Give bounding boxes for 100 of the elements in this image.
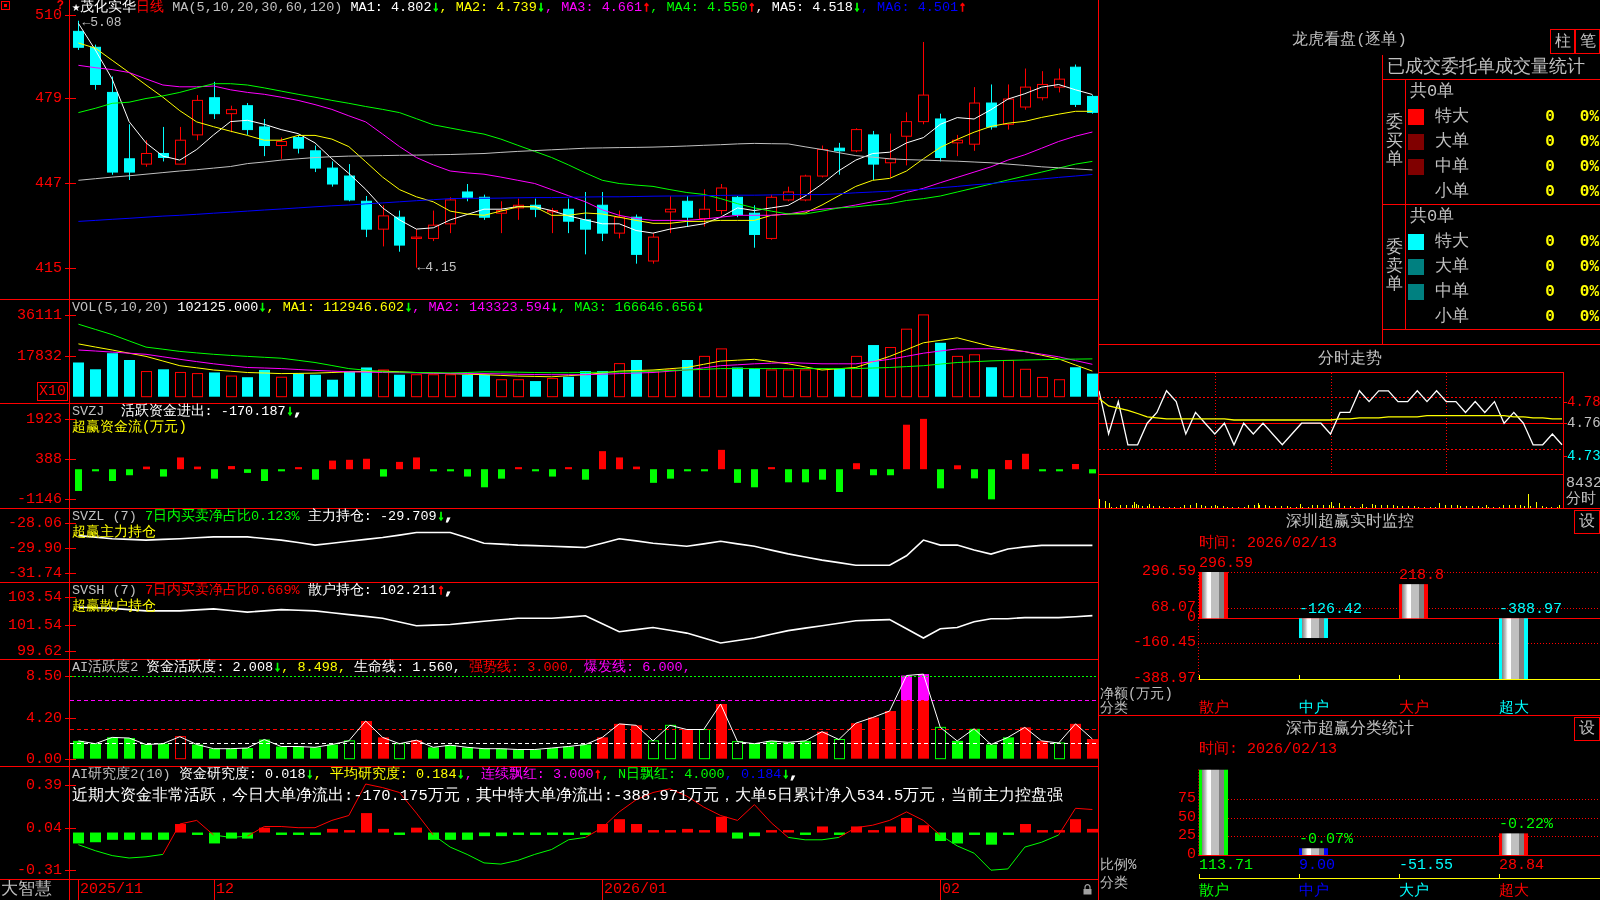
- axis-label: -160.45: [1133, 636, 1196, 651]
- table-title: 已成交委托单成交量统计: [1387, 57, 1585, 77]
- legend-text: ,: [789, 767, 798, 783]
- order-share: 0%: [1579, 156, 1599, 177]
- order-size-label: 中单: [1435, 156, 1469, 177]
- legend-text: , 8.498,: [281, 660, 347, 676]
- legend-text: , N日飘红: 4.000: [601, 767, 725, 783]
- axis-label: 447: [35, 176, 62, 190]
- value-label: 296.59: [1199, 556, 1253, 571]
- category-label: 散户: [1199, 700, 1229, 716]
- axis-label: 50: [1178, 810, 1196, 825]
- legend-text: , MA4: 4.550: [650, 0, 748, 16]
- category-label: 散户: [1199, 883, 1229, 899]
- value-label: 113.71: [1199, 857, 1253, 873]
- axis-label: 25: [1178, 829, 1196, 844]
- order-count: 0: [1545, 131, 1555, 152]
- legend-text: MA(5,10,20,30,60,120): [171, 0, 343, 16]
- legend-text: ,: [293, 404, 302, 420]
- axis-label: -31.74: [8, 566, 62, 580]
- axis-label: 36111: [17, 308, 62, 322]
- value-label: -388.97: [1499, 602, 1562, 618]
- legend-text: SVZJ: [72, 404, 105, 419]
- category-label: 大户: [1399, 883, 1429, 899]
- axis-label: 4.78: [1567, 394, 1600, 409]
- legend-text: AI活跃度2: [72, 660, 139, 676]
- panel-title: 龙虎看盘(逐单): [1292, 30, 1407, 50]
- section-title: 深市超赢分类统计: [1285, 719, 1414, 739]
- legend-text: ↓: [550, 300, 559, 316]
- legend-text: , MA1: 112946.602: [266, 300, 405, 316]
- legend-text: ↑: [593, 767, 602, 783]
- order-share: 0%: [1579, 281, 1599, 302]
- date-label: 2026/01: [604, 880, 667, 900]
- legend-text: ↓: [285, 404, 294, 420]
- order-size-label: 小单: [1435, 306, 1469, 327]
- legend-text: ↓: [456, 767, 465, 783]
- legend-text: 资金研究度: 0.018: [177, 767, 306, 783]
- axis-label: 0.00: [26, 752, 62, 766]
- axis-label: 75: [1178, 791, 1196, 806]
- legend-text: ↓: [404, 300, 413, 316]
- order-size-label: 中单: [1435, 281, 1469, 302]
- legend-text: 活跃资金进出: -170.187: [119, 404, 286, 419]
- legend-text: ↓: [258, 300, 267, 316]
- axis-label: -1146: [17, 492, 62, 506]
- axis-label: -388.97: [1133, 672, 1196, 686]
- axis-label: 8.50: [26, 669, 62, 683]
- axis-label: 4.73: [1567, 448, 1600, 463]
- order-share: 0%: [1579, 131, 1599, 152]
- legend-text: , 0.184: [724, 767, 782, 783]
- category-label: 中户: [1299, 700, 1329, 716]
- scale-label: X10: [37, 382, 68, 401]
- legend-text: 主力持仓: -29.709: [306, 509, 437, 525]
- legend-text: 强势线: 3.000,: [468, 660, 576, 676]
- legend-text: ↓: [536, 0, 545, 16]
- legend-text: ↓: [695, 300, 704, 316]
- axis-label: -28.06: [8, 516, 62, 530]
- order-share: 0%: [1579, 181, 1599, 202]
- order-count: 0: [1545, 256, 1555, 277]
- axis-label: 17832: [17, 349, 62, 363]
- axis-label: 4.76: [1567, 416, 1600, 431]
- legend-text: 生命线: 1.560,: [353, 660, 461, 676]
- legend-text: ↓: [431, 0, 440, 16]
- time-label: 时间: 2026/02/13: [1199, 742, 1338, 758]
- legend-text: ,: [444, 509, 453, 525]
- order-total: 共0单: [1410, 82, 1455, 102]
- time-label: 时间: 2026/02/13: [1199, 535, 1338, 552]
- legend-text: ↓: [273, 660, 282, 676]
- axis-label: 388: [35, 452, 62, 466]
- value-label: -51.55: [1399, 857, 1453, 873]
- legend-text: AI研究度2(10): [72, 767, 171, 783]
- legend-text: , 平均研究度: 0.184: [313, 767, 457, 783]
- legend-text: , MA3: 4.661: [544, 0, 643, 16]
- legend-text: , MA6: 4.501: [860, 0, 959, 16]
- category-label: 中户: [1299, 883, 1329, 899]
- legend-text: ↑: [436, 583, 445, 599]
- legend-text: 资金活跃度: 2.008: [145, 660, 274, 676]
- date-label: 2025/11: [80, 880, 143, 900]
- date-label: 12: [216, 880, 234, 900]
- legend-text: MA1: 4.802: [349, 0, 432, 16]
- order-share: 0%: [1579, 306, 1599, 327]
- legend-text: , MA2: 143323.594: [412, 300, 551, 316]
- legend-text: , MA3: 166646.656: [558, 300, 696, 316]
- category-label: 超大: [1499, 883, 1529, 899]
- axis-label: 296.59: [1142, 565, 1196, 579]
- indicator-title: 超赢资金流(万元): [72, 420, 187, 435]
- order-share: 0%: [1579, 231, 1599, 252]
- legend-text: 散户持仓: 102.211: [306, 583, 437, 599]
- legend-text: ↓: [436, 509, 445, 525]
- order-count: 0: [1545, 281, 1555, 302]
- legend-text: 7日内买卖净占比0.669%: [144, 583, 300, 599]
- date-label: 02: [942, 880, 960, 900]
- legend-text: ↓: [852, 0, 861, 16]
- order-size-label: 大单: [1435, 256, 1469, 277]
- order-count: 0: [1545, 306, 1555, 327]
- axis-label: 101.54: [8, 618, 62, 632]
- axis-title: 分类: [1100, 701, 1128, 715]
- price-annotation: ←4.15: [417, 260, 457, 275]
- order-count: 0: [1545, 156, 1555, 177]
- legend-text: 102125.000: [176, 300, 259, 316]
- axis-title: 分类: [1100, 876, 1128, 890]
- axis-label: 99.62: [17, 644, 62, 658]
